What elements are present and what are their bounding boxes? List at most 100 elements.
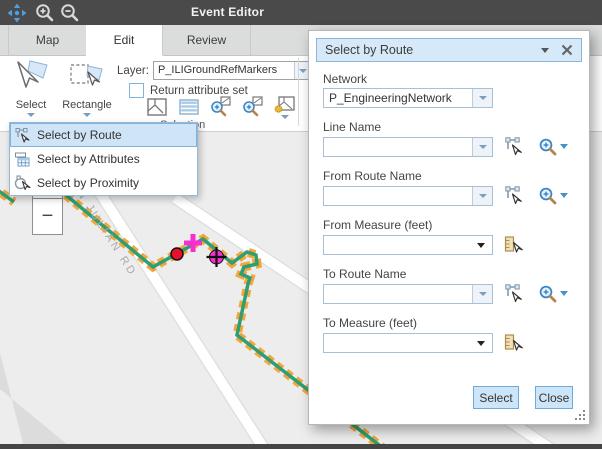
menu-item-label: Select by Attributes <box>37 152 140 166</box>
panel-title: Select by Route <box>325 43 541 57</box>
wide-road <box>0 353 80 449</box>
panel-body: Network P_EngineeringNetwork Line Name <box>309 72 589 353</box>
from-route-label: From Route Name <box>323 169 575 183</box>
line-name-row <box>323 136 575 157</box>
zoom-to-selection-alt-icon[interactable] <box>242 96 264 118</box>
selection-options-icon <box>274 96 296 113</box>
layer-label: Layer: <box>117 65 149 77</box>
select-dropdown-menu: Select by Route Select by Attributes Sel… <box>9 122 198 196</box>
select-by-proximity-icon <box>14 175 31 192</box>
zoom-out-icon[interactable] <box>60 3 80 23</box>
line-name-select[interactable] <box>323 137 493 157</box>
panel-collapse-caret-icon[interactable] <box>541 48 549 53</box>
close-button[interactable]: Close <box>535 386 573 409</box>
return-attribute-checkbox[interactable] <box>129 83 144 98</box>
to-measure-row <box>323 332 575 353</box>
select-tool-label: Select <box>6 99 56 111</box>
menu-item-select-by-proximity[interactable]: Select by Proximity <box>10 171 197 195</box>
from-route-row <box>323 185 575 206</box>
to-route-zoom-button[interactable] <box>539 285 568 303</box>
to-route-select[interactable] <box>323 284 493 304</box>
line-name-zoom-button[interactable] <box>539 138 568 156</box>
rectangle-tool-label: Rectangle <box>58 99 116 111</box>
layer-select-value: P_ILIGroundRefMarkers <box>154 62 312 79</box>
attribute-table-icon[interactable] <box>178 96 200 118</box>
chevron-down-icon <box>299 69 307 73</box>
ribbon-group-divider <box>298 58 299 126</box>
select-by-route-panel: Select by Route Network P_EngineeringNet… <box>308 30 590 425</box>
chevron-down-icon <box>479 145 487 149</box>
select-tool-button[interactable]: Select <box>6 59 56 117</box>
from-measure-input[interactable] <box>323 235 493 255</box>
event-editor-app: N JULIAN RD + − Event Editor Map <box>0 0 602 449</box>
from-route-dropdown-button[interactable] <box>472 187 492 205</box>
resize-grip[interactable] <box>573 408 585 420</box>
menu-item-select-by-route[interactable]: Select by Route <box>10 123 197 147</box>
network-select-value: P_EngineeringNetwork <box>324 89 492 107</box>
from-route-pick-on-map-icon[interactable] <box>503 185 524 206</box>
panel-buttons: Select Close <box>473 386 573 409</box>
zoom-magnifier-icon <box>539 138 557 156</box>
zoom-magnifier-icon <box>539 285 557 303</box>
network-label: Network <box>323 72 575 86</box>
close-icon[interactable] <box>561 44 573 56</box>
shape-select-icon[interactable] <box>146 96 168 118</box>
menu-item-label: Select by Route <box>37 128 122 142</box>
to-measure-label: To Measure (feet) <box>323 316 575 330</box>
selection-options-caret-icon[interactable] <box>281 115 289 119</box>
from-route-zoom-button[interactable] <box>539 187 568 205</box>
zoom-caret-icon[interactable] <box>560 144 568 149</box>
from-measure-pick-on-map-icon[interactable] <box>503 234 524 255</box>
zoom-in-icon[interactable] <box>35 3 55 23</box>
map-bottom-edge <box>0 444 602 449</box>
to-route-row <box>323 283 575 304</box>
select-caret-icon[interactable] <box>27 113 35 117</box>
zoom-to-selection-icon[interactable] <box>210 96 232 118</box>
rectangle-tool-icon <box>69 59 105 93</box>
zoom-caret-icon[interactable] <box>560 193 568 198</box>
line-name-label: Line Name <box>323 120 575 134</box>
panel-header[interactable]: Select by Route <box>316 38 582 62</box>
zoom-magnifier-icon <box>539 187 557 205</box>
select-tool-icon <box>13 59 49 93</box>
to-route-pick-on-map-icon[interactable] <box>503 283 524 304</box>
network-row: P_EngineeringNetwork <box>323 88 575 108</box>
line-name-dropdown-button[interactable] <box>472 138 492 156</box>
menu-item-select-by-attributes[interactable]: Select by Attributes <box>10 147 197 171</box>
to-route-label: To Route Name <box>323 267 575 281</box>
from-measure-label: From Measure (feet) <box>323 218 575 232</box>
pan-icon[interactable] <box>7 3 27 23</box>
app-titlebar: Event Editor <box>0 0 602 25</box>
select-by-attributes-icon <box>14 151 31 168</box>
red-dot-marker <box>171 248 183 260</box>
network-dropdown-button[interactable] <box>472 89 492 107</box>
app-title: Event Editor <box>191 5 264 19</box>
selection-toolbar <box>146 96 296 119</box>
to-measure-pick-on-map-icon[interactable] <box>503 332 524 353</box>
map-zoom-out-button[interactable]: − <box>32 199 63 235</box>
to-measure-input[interactable] <box>323 333 493 353</box>
selection-options-button[interactable] <box>274 96 296 119</box>
chevron-down-icon <box>479 292 487 296</box>
chevron-down-icon[interactable] <box>477 341 485 346</box>
layer-row: Layer: P_ILIGroundRefMarkers <box>117 61 313 80</box>
line-name-pick-on-map-icon[interactable] <box>503 136 524 157</box>
rectangle-caret-icon[interactable] <box>83 113 91 117</box>
layer-select[interactable]: P_ILIGroundRefMarkers <box>153 61 313 80</box>
select-button[interactable]: Select <box>473 386 519 409</box>
network-select[interactable]: P_EngineeringNetwork <box>323 88 493 108</box>
menu-item-label: Select by Proximity <box>37 176 139 190</box>
to-route-dropdown-button[interactable] <box>472 285 492 303</box>
from-measure-row <box>323 234 575 255</box>
chevron-down-icon <box>479 96 487 100</box>
tab-review[interactable]: Review <box>163 25 251 55</box>
tab-map[interactable]: Map <box>8 25 87 55</box>
chevron-down-icon[interactable] <box>477 243 485 248</box>
chevron-down-icon <box>479 194 487 198</box>
zoom-caret-icon[interactable] <box>560 291 568 296</box>
from-route-select[interactable] <box>323 186 493 206</box>
rectangle-tool-button[interactable]: Rectangle <box>58 59 116 117</box>
return-attribute-label: Return attribute set <box>150 85 248 97</box>
tab-edit[interactable]: Edit <box>86 25 163 56</box>
select-by-route-icon <box>14 127 31 144</box>
